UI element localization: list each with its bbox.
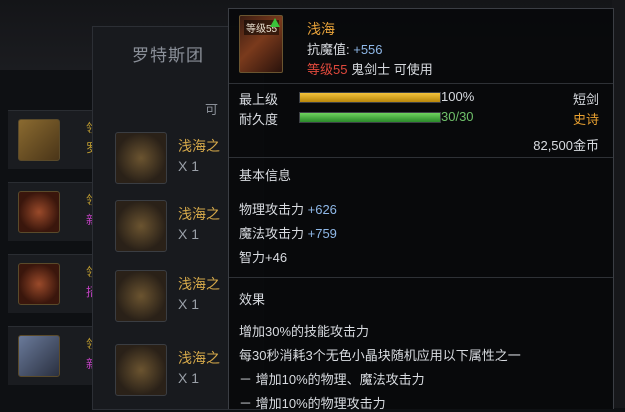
effect-line: 增加30%的技能攻击力 [239,324,370,339]
list-item[interactable]: 领 招 [8,254,98,313]
stat-value: +626 [307,202,337,217]
shop-item-qty: X 1 [178,226,200,242]
item-icon: 等级55 [239,15,283,73]
upgrade-bar [299,92,441,103]
weapon-type: 短剑 [572,92,599,107]
durability-bar [299,112,441,123]
divider [229,157,613,158]
chest-icon [18,119,60,161]
divider [229,83,613,84]
durability-bar-fill [300,113,440,122]
durability-label: 耐久度 [239,112,279,127]
item-primary-stat: 抗魔值: +556 [307,39,383,58]
effect-line: － 增加10%的物理、魔法攻击力 [239,372,425,387]
basic-info-title: 基本信息 [239,168,292,183]
weapon-icon [115,200,167,252]
shield-icon [18,263,60,305]
stat-label: 抗魔值: [307,42,354,57]
list-item[interactable]: 领 罗 [8,110,98,169]
durability-value: 30/30 [441,109,474,124]
list-item[interactable]: 领 新 [8,326,98,385]
item-tooltip: 等级55 浅海 抗魔值: +556 等级55 鬼剑士 可使用 最上级 100% … [228,8,614,411]
item-name: 浅海 [307,21,335,37]
shop-item-name: 浅海之 [178,276,220,292]
stat-value: +759 [307,226,337,241]
upgrade-arrow-icon [270,18,280,27]
stat-label: 物理攻击力 [239,202,308,217]
shop-item-name: 浅海之 [178,138,220,154]
shop-tab[interactable]: 可 [205,99,218,118]
left-item-list: 领 罗 领 新 领 招 领 新 [0,110,98,408]
weapon-icon [115,132,167,184]
shop-item-name: 浅海之 [178,206,220,222]
shop-title: 罗特斯团 [132,46,204,65]
upgrade-bar-fill [300,93,440,102]
required-class: 鬼剑士 可使用 [347,62,433,77]
magic-attack-line: 魔法攻击力 +759 [239,223,337,242]
item-price: 82,500金币 [533,138,599,153]
weapon-icon [115,270,167,322]
item-requirement: 等级55 鬼剑士 可使用 [307,59,433,78]
list-item[interactable]: 领 新 [8,182,98,241]
gift-box-icon [18,335,60,377]
effect-title: 效果 [239,292,266,307]
shield-icon [18,191,60,233]
shop-item-qty: X 1 [178,370,200,386]
divider [229,277,613,278]
upgrade-label: 最上级 [239,92,279,107]
intelligence-line: 智力+46 [239,250,288,265]
shop-item-name: 浅海之 [178,350,220,366]
upgrade-value: 100% [441,89,475,104]
effect-line: 每30秒消耗3个无色小晶块随机应用以下属性之一 [239,348,521,363]
shop-item-qty: X 1 [178,296,200,312]
stat-label: 魔法攻击力 [239,226,308,241]
rarity-label: 史诗 [572,112,599,127]
required-level: 等级55 [307,62,348,77]
weapon-icon [115,344,167,396]
stat-value: +556 [353,42,383,57]
shop-item-qty: X 1 [178,158,200,174]
effect-line: － 增加10%的物理攻击力 [239,396,386,411]
physical-attack-line: 物理攻击力 +626 [239,199,337,218]
